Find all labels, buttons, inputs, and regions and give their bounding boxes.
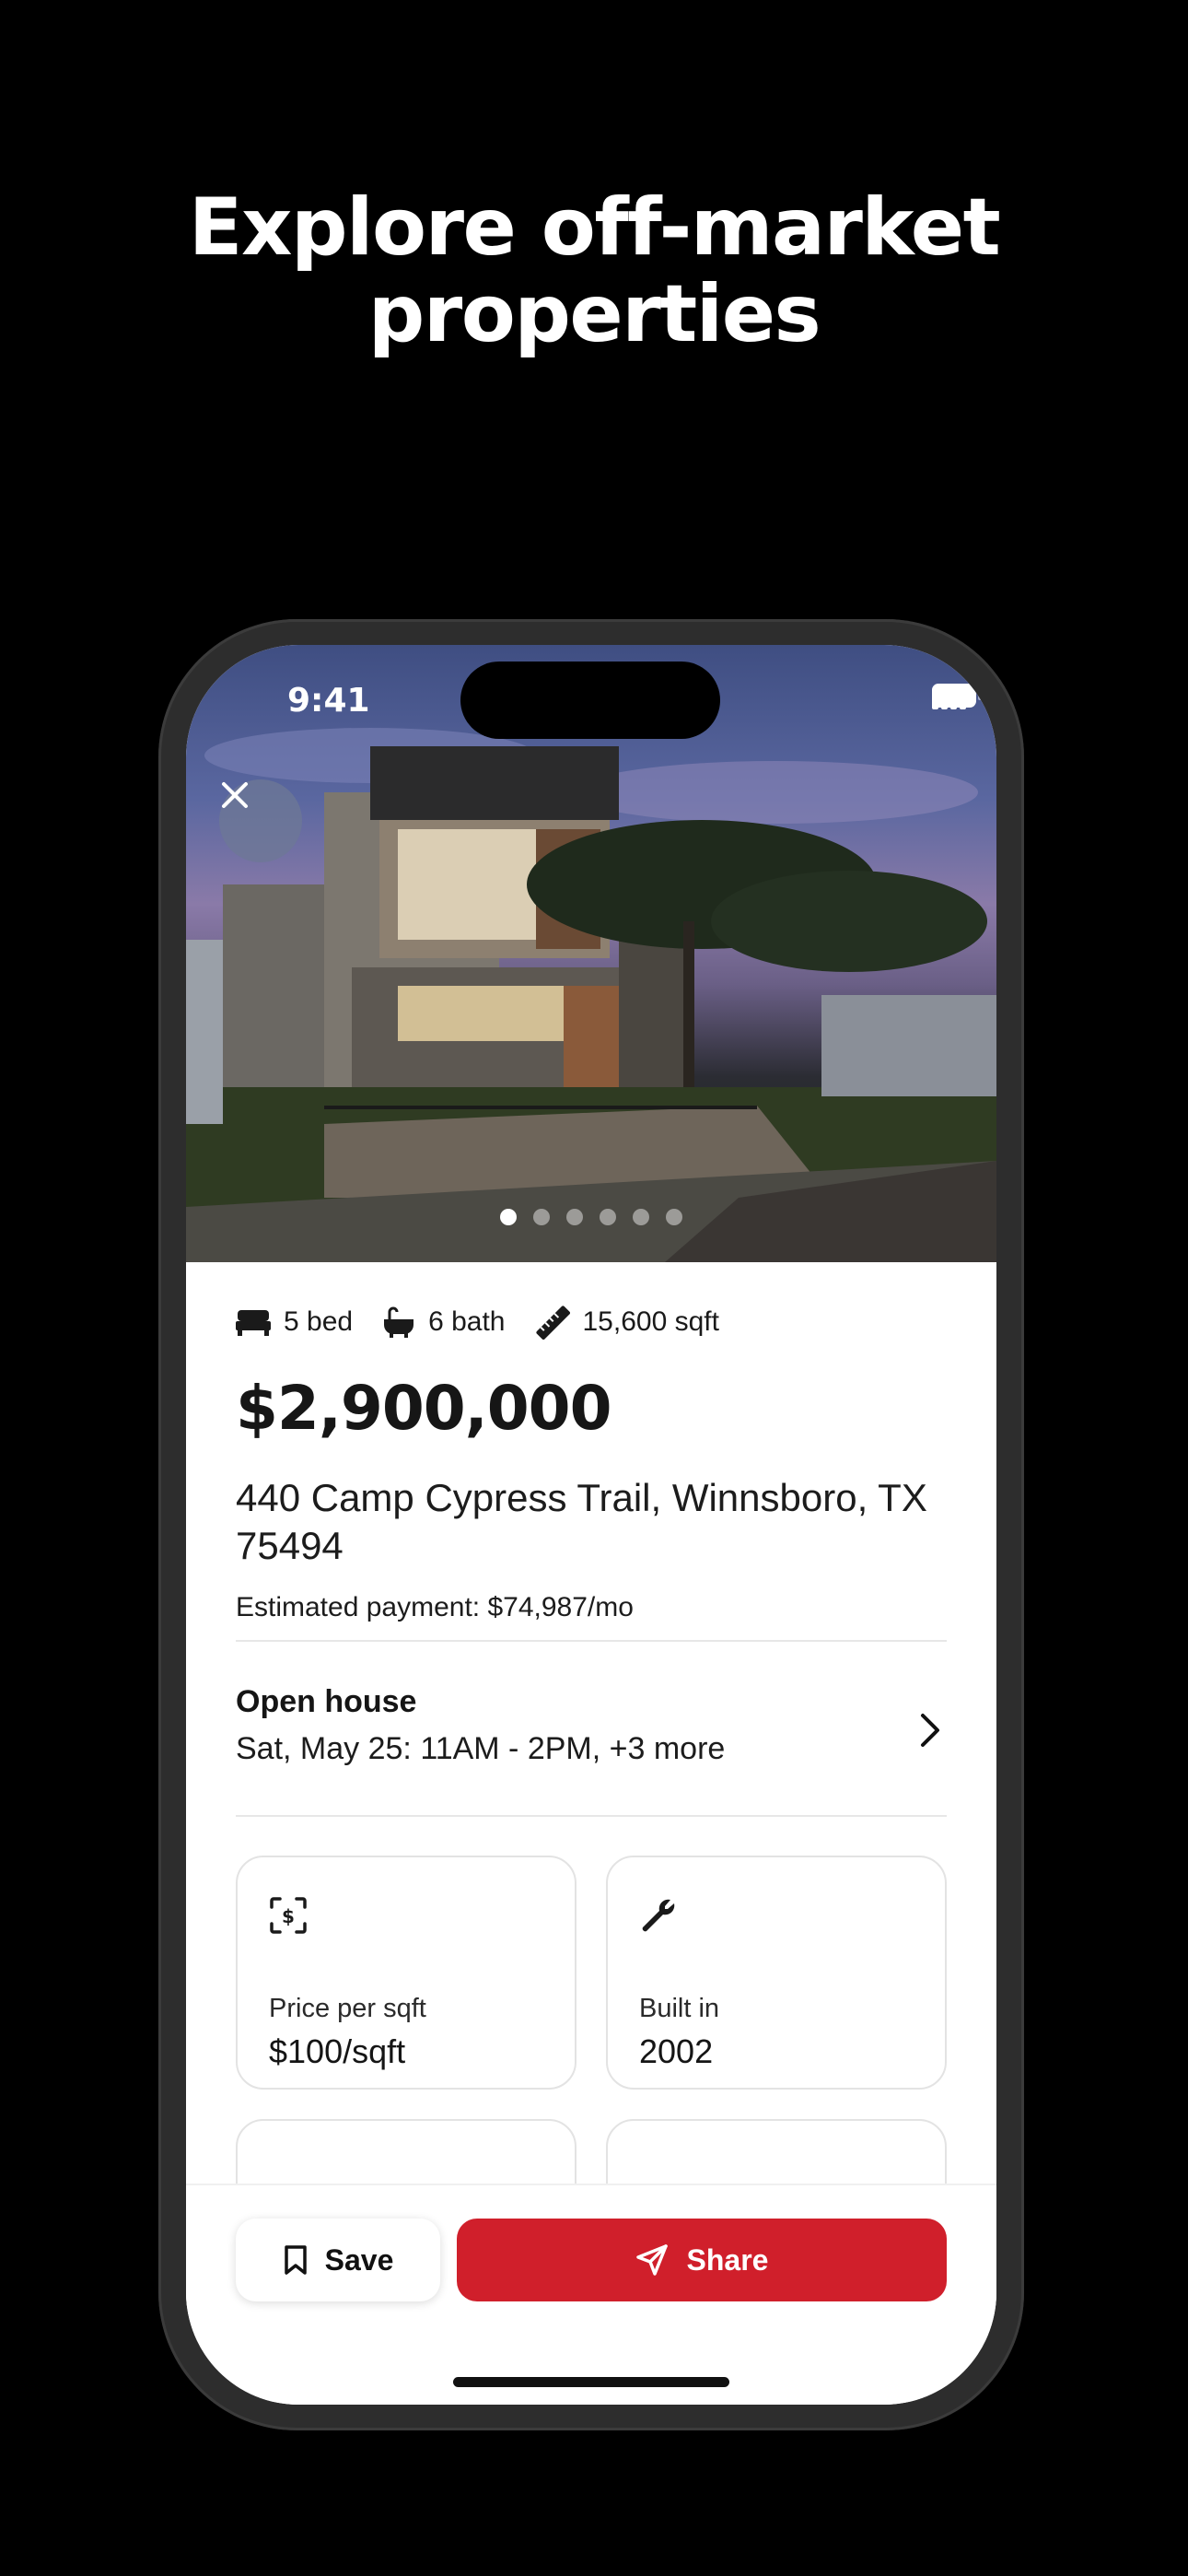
card-label: Price per sqft [269,1994,426,2023]
pagination-dot[interactable] [600,1209,616,1225]
close-button[interactable] [219,779,302,862]
pagination-dot[interactable] [633,1209,649,1225]
share-button[interactable]: Share [457,2219,947,2301]
open-house-row[interactable]: Open house Sat, May 25: 11AM - 2PM, +3 m… [236,1684,947,1786]
property-photo[interactable]: 9:41 [186,645,996,1262]
listing-price: $2,900,000 [236,1373,612,1444]
divider [236,1640,947,1642]
pagination-dot[interactable] [500,1209,517,1225]
divider [236,1815,947,1817]
price-per-sqft-card: $ Price per sqft $100/sqft [236,1856,577,2090]
beds-label: 5 bed [284,1306,354,1337]
send-icon [635,2244,668,2276]
status-time: 9:41 [287,682,370,720]
card-label: Built in [639,1994,720,2023]
sqft-fact: 15,600 sqft [535,1305,719,1340]
headline: Explore off-market properties [0,184,1188,357]
card-value: 2002 [639,2032,714,2070]
pagination-dot[interactable] [533,1209,550,1225]
ruler-icon [535,1306,570,1340]
chevron-right-icon [921,1714,939,1747]
home-indicator[interactable] [453,2377,729,2387]
sqft-label: 15,600 sqft [582,1306,719,1337]
battery-icon [932,684,982,708]
pagination-dot[interactable] [666,1209,682,1225]
pagination-dot[interactable] [566,1209,583,1225]
bathtub-icon [384,1306,414,1338]
beds-fact: 5 bed [236,1306,353,1338]
svg-text:$: $ [282,1905,295,1927]
save-button[interactable]: Save [236,2219,440,2301]
baths-fact: 6 bath [382,1306,506,1338]
photo-pagination[interactable] [186,1209,996,1225]
estimated-payment: Estimated payment: $74,987/mo [236,1592,634,1622]
wrench-icon [642,1899,675,1932]
open-house-title: Open house [236,1684,417,1719]
bed-icon [236,1310,271,1336]
close-icon [222,782,248,808]
open-house-time: Sat, May 25: 11AM - 2PM, +3 more [236,1731,726,1766]
share-label: Share [686,2242,769,2277]
headline-line-2: properties [367,268,821,360]
card-value: $100/sqft [269,2032,406,2070]
baths-label: 6 bath [428,1306,506,1337]
save-label: Save [324,2242,394,2277]
built-in-card: Built in 2002 [606,1856,947,2090]
phone-frame: 9:41 5 bed 6 bath 15,600 sqft $2,900,000… [158,619,1024,2430]
bookmark-icon [284,2245,307,2275]
listing-address: 440 Camp Cypress Trail, Winnsboro, TX 75… [236,1476,927,1567]
phone-screen: 9:41 5 bed 6 bath 15,600 sqft $2,900,000… [186,645,996,2405]
dollar-scan-icon: $ [270,1897,307,1934]
property-facts: 5 bed 6 bath 15,600 sqft [236,1305,719,1340]
action-bar: Save Share [186,2185,996,2405]
dynamic-island [460,662,720,739]
headline-line-1: Explore off-market [188,181,1001,274]
